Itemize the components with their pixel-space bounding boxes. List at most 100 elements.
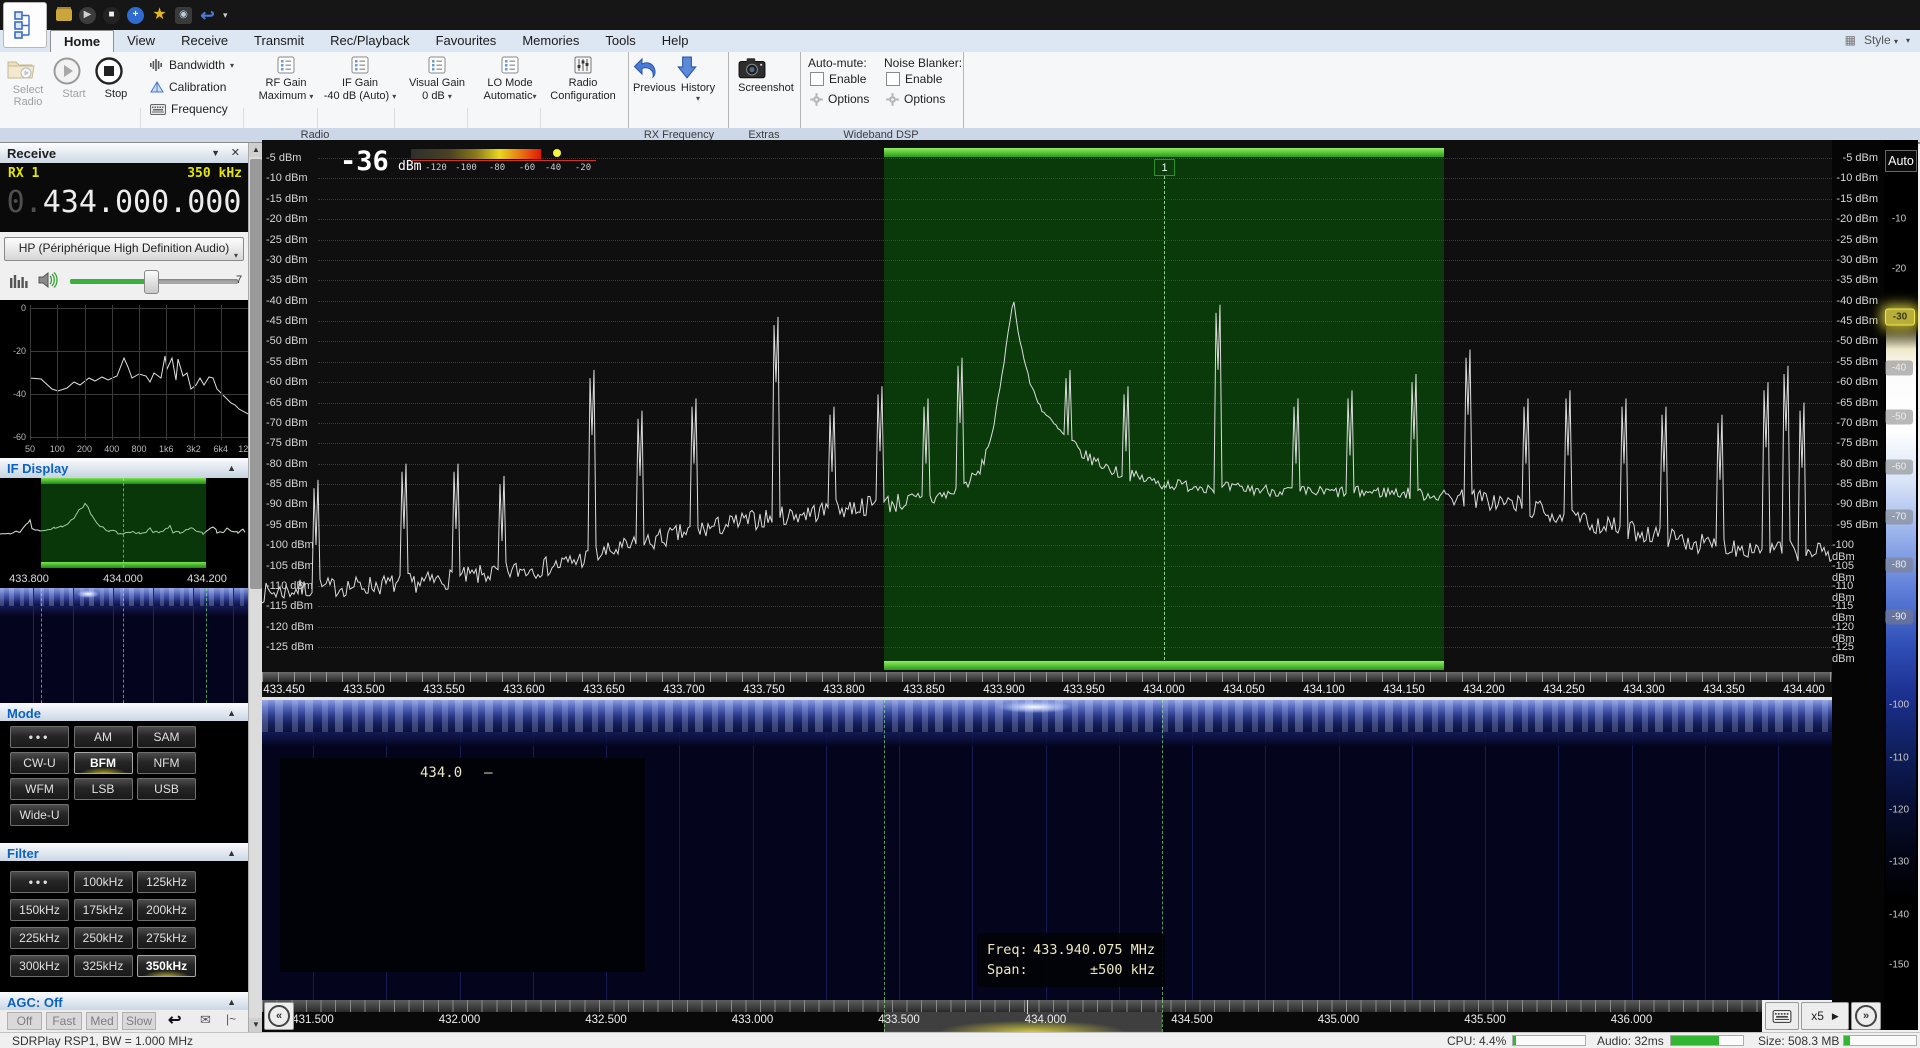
filter-button-225khz[interactable]: 225kHz bbox=[10, 927, 69, 949]
layout-grid-icon[interactable]: ▦ bbox=[1845, 33, 1856, 47]
agc-button-med[interactable]: Med bbox=[86, 1012, 118, 1030]
filter-button-300khz[interactable]: 300kHz bbox=[10, 955, 69, 977]
select-radio-button[interactable]: SelectRadio bbox=[6, 56, 50, 108]
color-gradient[interactable] bbox=[1886, 174, 1916, 1028]
stop-icon[interactable]: ■ bbox=[103, 7, 120, 24]
frequency-button[interactable]: Frequency bbox=[150, 102, 228, 116]
if-gain-button[interactable]: IF Gain -40 dB (Auto) ▾ bbox=[321, 56, 399, 102]
mode-button-sam[interactable]: SAM bbox=[137, 726, 196, 748]
collapse-icon[interactable]: ▲ bbox=[227, 708, 236, 718]
filter-button-150khz[interactable]: 150kHz bbox=[10, 899, 69, 921]
favourites-icon[interactable]: ★ bbox=[151, 7, 168, 24]
tab-memories[interactable]: Memories bbox=[509, 30, 592, 52]
undo-icon[interactable]: ↩ bbox=[199, 7, 216, 24]
equalizer-icon[interactable] bbox=[10, 272, 28, 288]
start-icon[interactable]: ▶ bbox=[79, 7, 96, 24]
agc-button-fast[interactable]: Fast bbox=[46, 1012, 82, 1030]
receive-panel-header[interactable]: Receive ▼ ✕ bbox=[0, 143, 248, 164]
mode-button-wfm[interactable]: WFM bbox=[10, 778, 69, 800]
scrollbar-thumb[interactable] bbox=[250, 159, 262, 589]
tab-rec-playback[interactable]: Rec/Playback bbox=[317, 30, 422, 52]
envelope-icon[interactable]: ✉ bbox=[200, 1012, 211, 1028]
tab-home[interactable]: Home bbox=[50, 30, 114, 53]
filter-button-125khz[interactable]: 125kHz bbox=[137, 871, 196, 893]
waterfall-panel[interactable]: 434.0– Freq:433.940.075 MHz Span:±500 kH… bbox=[262, 700, 1832, 1000]
mode-button-nfm[interactable]: NFM bbox=[137, 752, 196, 774]
screenshot-icon[interactable]: ◉ bbox=[175, 7, 192, 24]
audio-device-select[interactable]: HP (Périphérique High Definition Audio)▾ bbox=[4, 237, 244, 261]
add-receiver-icon[interactable]: + bbox=[127, 7, 144, 24]
if-display-spectrum[interactable] bbox=[0, 478, 248, 572]
signal-icon[interactable]: |~ bbox=[226, 1012, 236, 1026]
radio-configuration-button[interactable]: Radio Configuration bbox=[544, 56, 622, 102]
tab-help[interactable]: Help bbox=[649, 30, 702, 52]
filter-button-100khz[interactable]: 100kHz bbox=[74, 871, 133, 893]
mode-button-am[interactable]: AM bbox=[74, 726, 133, 748]
filter-button--[interactable]: ••• bbox=[10, 871, 69, 893]
collapse-icon[interactable]: ▲ bbox=[227, 463, 236, 473]
navigation-ruler[interactable]: 431.500432.000432.500433.000433.500434.0… bbox=[262, 1000, 1765, 1032]
panel-close-icon[interactable]: ✕ bbox=[231, 146, 240, 159]
collapse-icon[interactable]: ▲ bbox=[227, 997, 236, 1007]
noise-blanker-options-button[interactable]: Options bbox=[886, 92, 945, 106]
visual-gain-button[interactable]: Visual Gain 0 dB ▾ bbox=[398, 56, 476, 102]
qat-options-icon[interactable]: ▾ bbox=[223, 10, 228, 21]
start-button[interactable]: Start bbox=[52, 56, 96, 100]
style-menu[interactable]: Style ▾ bbox=[1864, 33, 1898, 47]
if-display-header[interactable]: IF Display▲ bbox=[0, 458, 248, 479]
filter-button-325khz[interactable]: 325kHz bbox=[74, 955, 133, 977]
if-waterfall[interactable] bbox=[0, 588, 248, 703]
tab-favourites[interactable]: Favourites bbox=[423, 30, 510, 52]
history-button[interactable]: History ▾ bbox=[677, 56, 719, 103]
screenshot-button[interactable]: Screenshot bbox=[738, 56, 794, 94]
automute-options-button[interactable]: Options bbox=[810, 92, 869, 106]
volume-slider-handle[interactable] bbox=[144, 270, 159, 294]
color-scale-marker[interactable]: -30 bbox=[1885, 309, 1915, 326]
mode-button-usb[interactable]: USB bbox=[137, 778, 196, 800]
agc-button-off[interactable]: Off bbox=[7, 1012, 42, 1030]
marker-flag[interactable]: 1 bbox=[1154, 159, 1175, 176]
automute-enable-checkbox[interactable]: Enable bbox=[810, 72, 866, 86]
scroll-down-icon[interactable]: ▼ bbox=[249, 1018, 263, 1032]
mode-button--[interactable]: ••• bbox=[10, 726, 69, 748]
calibration-button[interactable]: Calibration bbox=[150, 80, 226, 94]
tab-tools[interactable]: Tools bbox=[592, 30, 648, 52]
stop-button[interactable]: Stop bbox=[94, 56, 138, 100]
spectrum-panel[interactable]: 1 -36 dBm -120-100-80-60-40-20 433.45043… bbox=[262, 140, 1832, 700]
filter-button-275khz[interactable]: 275kHz bbox=[137, 927, 196, 949]
bandwidth-button[interactable]: Bandwidth▾ bbox=[150, 58, 234, 72]
scroll-left-button[interactable]: « bbox=[264, 1002, 294, 1030]
scroll-right-button[interactable]: » bbox=[1851, 1002, 1881, 1030]
noise-blanker-enable-checkbox[interactable]: Enable bbox=[886, 72, 942, 86]
panel-dropdown-icon[interactable]: ▼ bbox=[211, 148, 220, 158]
filter-button-350khz[interactable]: 350kHz bbox=[137, 955, 196, 977]
spectrum-frequency-ruler[interactable] bbox=[262, 672, 1832, 682]
filter-button-200khz[interactable]: 200kHz bbox=[137, 899, 196, 921]
zoom-step-button[interactable]: x5▶ bbox=[1801, 1002, 1849, 1030]
speaker-icon[interactable] bbox=[38, 272, 58, 288]
open-file-icon[interactable] bbox=[56, 9, 72, 21]
tab-transmit[interactable]: Transmit bbox=[241, 30, 317, 52]
tab-receive[interactable]: Receive bbox=[168, 30, 241, 52]
app-menu-button[interactable] bbox=[3, 2, 47, 48]
agc-button-slow[interactable]: Slow bbox=[122, 1012, 156, 1030]
db-axis-label: -30 dBm bbox=[266, 254, 308, 266]
ribbon-collapse-icon[interactable]: ▾ bbox=[1906, 36, 1910, 45]
scroll-up-icon[interactable]: ▲ bbox=[249, 143, 263, 157]
collapse-icon[interactable]: ▲ bbox=[227, 848, 236, 858]
undo-icon[interactable]: ↩ bbox=[168, 1010, 181, 1030]
frequency-display[interactable]: 0.434.000.000 bbox=[0, 185, 248, 220]
tab-view[interactable]: View bbox=[114, 30, 168, 52]
mode-button-bfm[interactable]: BFM bbox=[74, 752, 133, 774]
frequency-entry-button[interactable] bbox=[1765, 1002, 1799, 1030]
auto-range-button[interactable]: Auto bbox=[1885, 150, 1917, 172]
lo-mode-button[interactable]: LO Mode Automatic▾ bbox=[471, 56, 549, 102]
mode-button-lsb[interactable]: LSB bbox=[74, 778, 133, 800]
panel-scrollbar[interactable]: ▲ ▼ bbox=[248, 143, 263, 1032]
rf-gain-button[interactable]: RF Gain Maximum ▾ bbox=[247, 56, 325, 102]
filter-button-250khz[interactable]: 250kHz bbox=[74, 927, 133, 949]
mode-button-wide-u[interactable]: Wide-U bbox=[10, 804, 69, 826]
filter-button-175khz[interactable]: 175kHz bbox=[74, 899, 133, 921]
previous-frequency-button[interactable]: Previous bbox=[633, 56, 675, 94]
mode-button-cw-u[interactable]: CW-U bbox=[10, 752, 69, 774]
